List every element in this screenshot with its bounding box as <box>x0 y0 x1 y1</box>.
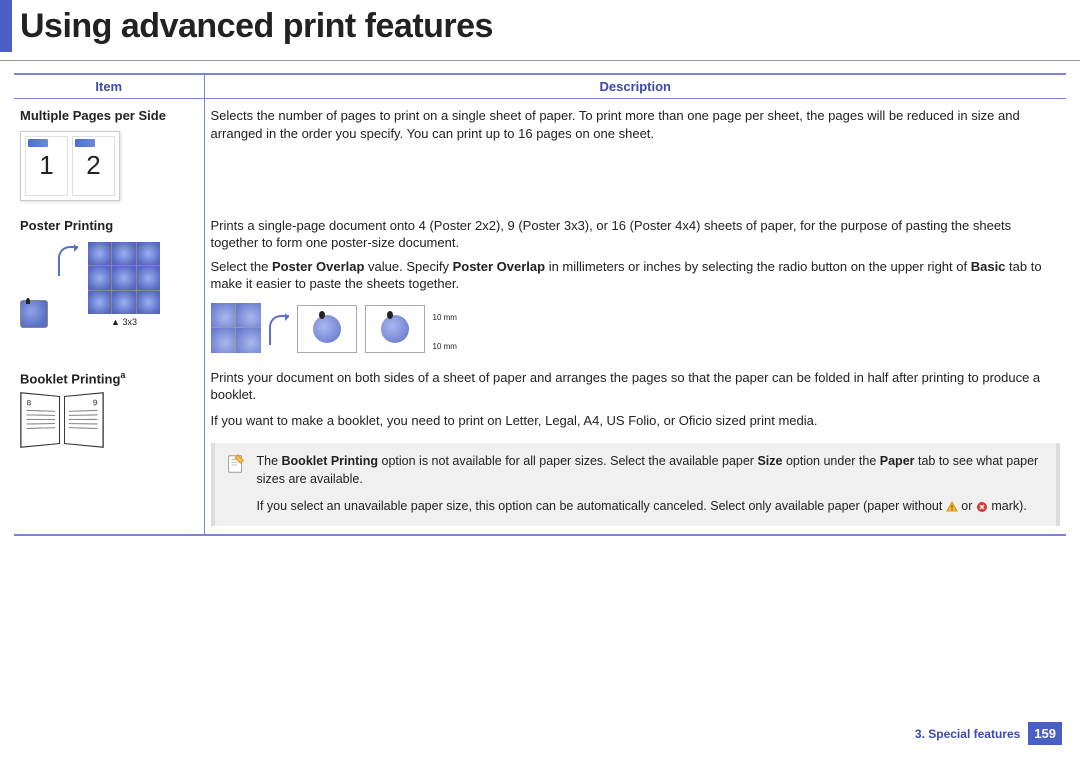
page-title: Using advanced print features <box>20 7 493 46</box>
column-header-description: Description <box>204 74 1066 99</box>
overlap-tile-icon <box>297 305 357 353</box>
dimension-label-bottom: 10 mm <box>433 342 457 353</box>
dimension-label-top: 10 mm <box>433 313 457 324</box>
footer-chapter: 3. Special features <box>915 727 1020 741</box>
table-row: Poster Printing ▲ 3x3 Prints a si <box>14 209 1066 361</box>
poster-2x2-icon <box>211 303 261 353</box>
title-bar: Using advanced print features <box>0 0 1080 61</box>
footer-page-number: 159 <box>1028 722 1062 745</box>
booklet-thumbnail: 8 9 <box>24 396 100 450</box>
content-area: Item Description Multiple Pages per Side… <box>0 73 1080 536</box>
table-row: Booklet Printinga 8 9 Prints your docume… <box>14 361 1066 535</box>
description-booklet-2: If you want to make a booklet, you need … <box>211 412 1061 430</box>
arrow-icon <box>58 246 78 276</box>
item-label-poster: Poster Printing <box>20 217 198 235</box>
note-paragraph-1: The Booklet Printing option is not avail… <box>257 453 1043 488</box>
note-icon <box>225 453 247 475</box>
poster-small-icon <box>20 300 48 328</box>
poster-overlap-diagram: 10 mm 10 mm <box>211 303 1061 353</box>
poster-thumbnail: ▲ 3x3 <box>20 242 198 328</box>
booklet-page-num: 9 <box>93 398 98 409</box>
table-row: Multiple Pages per Side 1 2 Selects the … <box>14 99 1066 209</box>
item-label-multiple-pages: Multiple Pages per Side <box>20 107 198 125</box>
feature-table: Item Description Multiple Pages per Side… <box>14 73 1066 536</box>
title-accent <box>0 0 12 52</box>
thumb-page-number: 1 <box>39 148 53 183</box>
description-poster-2: Select the Poster Overlap value. Specify… <box>211 258 1061 293</box>
thumb-page-number: 2 <box>86 148 100 183</box>
column-header-item: Item <box>14 74 204 99</box>
description-multiple-pages: Selects the number of pages to print on … <box>211 108 1020 141</box>
warning-triangle-icon <box>946 501 958 513</box>
page-footer: 3. Special features 159 <box>915 722 1062 745</box>
overlap-tile-icon <box>365 305 425 353</box>
note-paragraph-2: If you select an unavailable paper size,… <box>257 498 1043 516</box>
description-poster-1: Prints a single-page document onto 4 (Po… <box>211 217 1061 252</box>
booklet-page-num: 8 <box>27 398 32 409</box>
cancel-circle-icon <box>976 501 988 513</box>
poster-grid-icon <box>88 242 160 314</box>
note-box: The Booklet Printing option is not avail… <box>211 443 1061 526</box>
description-booklet-1: Prints your document on both sides of a … <box>211 369 1061 404</box>
poster-caption: ▲ 3x3 <box>88 316 160 328</box>
multiple-pages-thumbnail: 1 2 <box>20 131 198 201</box>
item-label-booklet: Booklet Printinga <box>20 369 198 388</box>
arrow-icon <box>269 315 289 345</box>
